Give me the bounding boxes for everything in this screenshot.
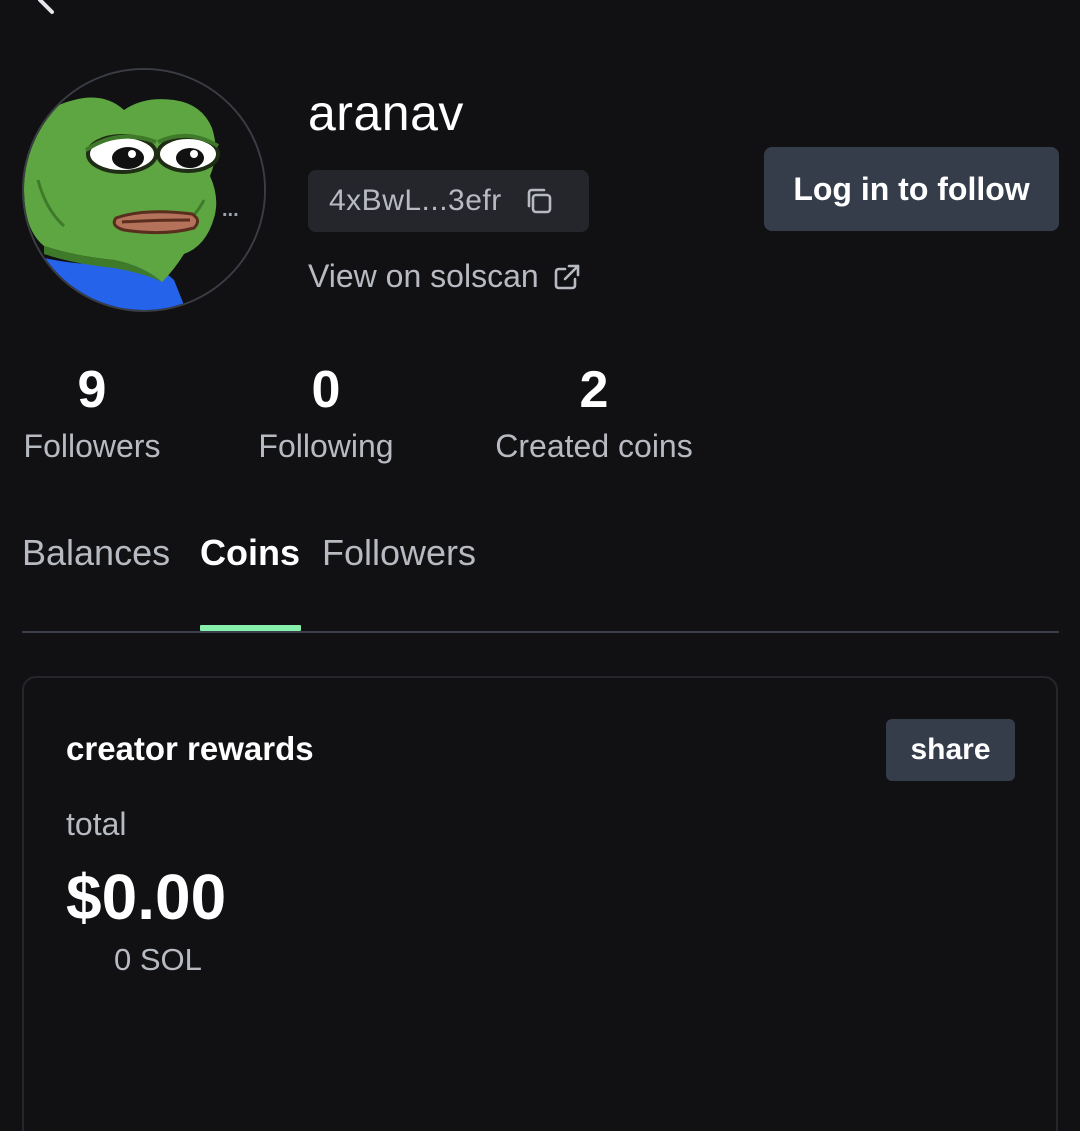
total-sol-value: 0 SOL	[114, 942, 202, 977]
wallet-address-copy[interactable]: 4xBwL...3efr	[308, 170, 589, 232]
profile-page: ... aranav 4xBwL...3efr View on solscan …	[0, 0, 1080, 1131]
active-tab-indicator	[200, 625, 301, 631]
avatar: ...	[22, 68, 266, 312]
view-on-solscan-link[interactable]: View on solscan	[308, 258, 581, 295]
total-label: total	[66, 806, 127, 842]
tab-followers[interactable]: Followers	[322, 532, 476, 574]
stat-label: Followers	[23, 428, 161, 464]
stat-label: Created coins	[495, 428, 693, 464]
total-usd-value: $0.00	[66, 861, 227, 933]
card-title: creator rewards	[66, 730, 314, 767]
copy-icon[interactable]	[524, 186, 554, 216]
stat-following[interactable]: 0 Following	[256, 360, 396, 472]
tab-coins[interactable]: Coins	[200, 532, 300, 574]
wallet-address: 4xBwL...3efr	[329, 184, 502, 217]
creator-rewards-card: creator rewards share total $0.00 0 SOL	[22, 676, 1058, 1131]
username: aranav	[308, 85, 464, 141]
stat-label: Following	[258, 428, 394, 464]
log-in-to-follow-button[interactable]: Log in to follow	[764, 147, 1059, 231]
stat-followers[interactable]: 9 Followers	[22, 360, 162, 472]
tab-balances[interactable]: Balances	[22, 532, 170, 574]
stat-value: 2	[579, 361, 609, 419]
stat-value: 9	[77, 361, 107, 419]
stat-created-coins[interactable]: 2 Created coins	[490, 360, 698, 472]
tabs-divider	[22, 631, 1059, 633]
avatar-ellipsis: ...	[222, 199, 239, 221]
share-button[interactable]: share	[886, 719, 1015, 781]
stat-value: 0	[311, 361, 341, 419]
solscan-link-label: View on solscan	[308, 258, 539, 294]
external-link-icon	[553, 263, 581, 291]
back-chevron-icon[interactable]	[28, 0, 68, 20]
